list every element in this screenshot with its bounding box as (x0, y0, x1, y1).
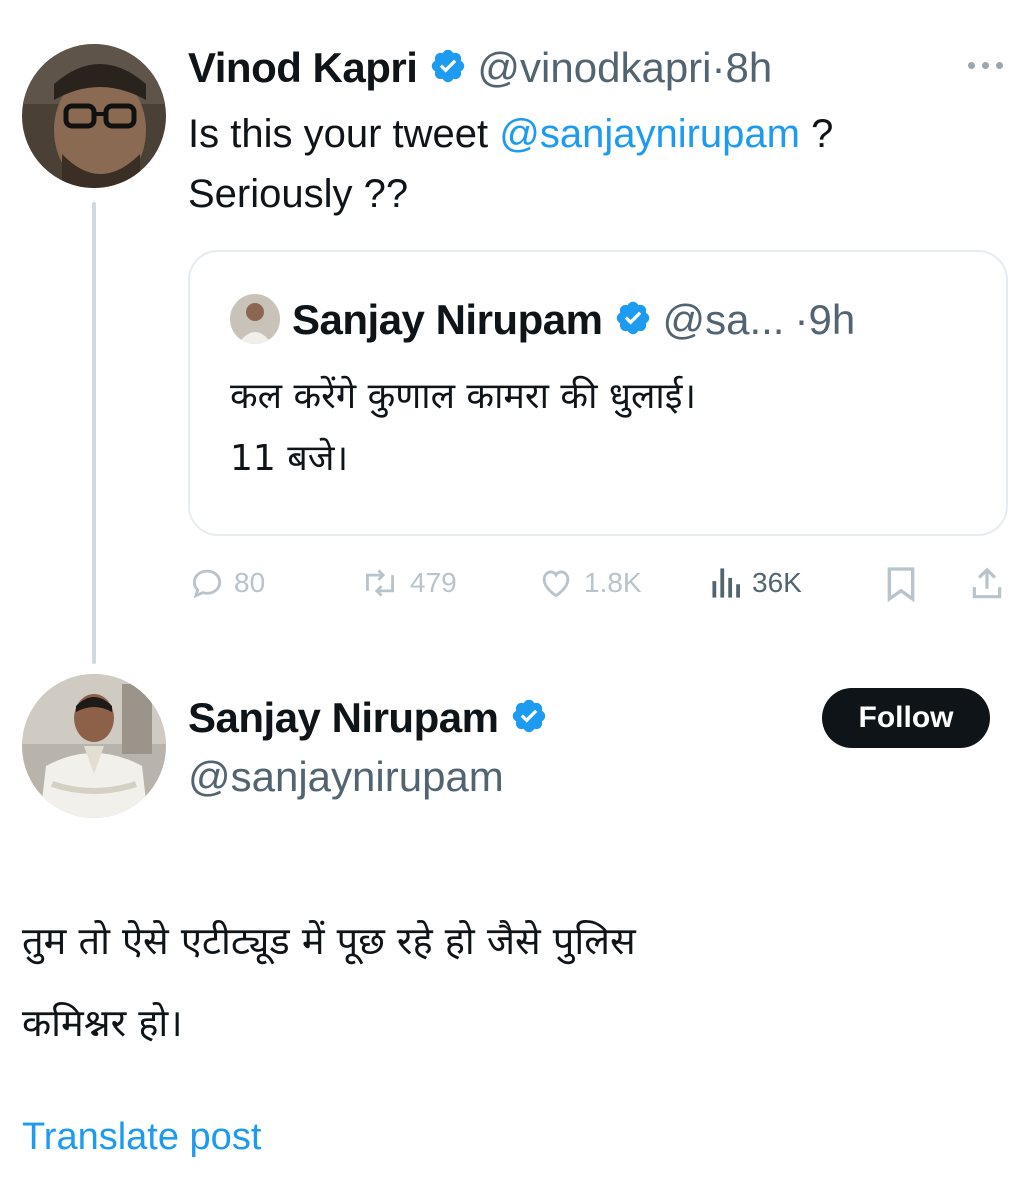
reply-header: Sanjay Nirupam (188, 690, 548, 746)
reply-count: 80 (234, 567, 266, 598)
more-options-icon[interactable] (968, 62, 1003, 69)
tweet-text-line2: Seriously ?? (188, 172, 409, 216)
quoted-author-name: Sanjay Nirupam (292, 296, 603, 343)
reply-text-line1: तुम तो ऐसे एटीट्यूड में पूछ रहे हो जैसे … (22, 919, 636, 963)
author-handle[interactable]: @vinodkapri (477, 44, 711, 92)
views-icon (710, 564, 744, 602)
avatar-vinod-kapri[interactable] (22, 44, 166, 188)
tweet-header: Vinod Kapri @vinodkapri · 8h (188, 40, 772, 96)
tweet-action-bar: 80 479 1.8K 36K (188, 564, 1018, 608)
reply-icon (188, 564, 226, 602)
views-button[interactable]: 36K (710, 564, 802, 602)
verified-badge-icon (614, 299, 652, 342)
like-button[interactable]: 1.8K (536, 564, 642, 602)
quoted-avatar (230, 294, 280, 344)
reply-author-name[interactable]: Sanjay Nirupam (188, 694, 499, 742)
share-button[interactable] (968, 564, 1006, 604)
tweet-text-line1: Is this your tweet @sanjaynirupam ? (188, 112, 834, 156)
separator-dot: · (711, 44, 726, 91)
repost-count: 479 (410, 567, 457, 598)
quoted-text-line2: 11 बजे। (230, 438, 349, 479)
repost-icon (358, 564, 402, 602)
repost-button[interactable]: 479 (358, 564, 457, 602)
thread-line (92, 202, 96, 664)
quoted-text: कल करेंगे कुणाल कामरा की धुलाई। 11 बजे। (230, 366, 990, 490)
bookmark-icon (884, 564, 918, 604)
share-icon (968, 564, 1006, 604)
author-name[interactable]: Vinod Kapri (188, 44, 418, 92)
separator-dot: · (794, 296, 809, 343)
quoted-header: Sanjay Nirupam @sa... · 9h (292, 292, 855, 348)
verified-badge-icon (429, 47, 467, 90)
reply-button[interactable]: 80 (188, 564, 265, 602)
quoted-handle: @sa... (662, 296, 785, 343)
heart-icon (536, 564, 576, 602)
views-count: 36K (752, 567, 802, 598)
quoted-text-line1: कल करेंगे कुणाल कामरा की धुलाई। (230, 376, 697, 417)
quoted-time: 9h (808, 296, 856, 343)
like-count: 1.8K (584, 567, 642, 598)
reply-text: तुम तो ऐसे एटीट्यूड में पूछ रहे हो जैसे … (22, 900, 1012, 1064)
mention-link[interactable]: @sanjaynirupam (499, 112, 800, 156)
quoted-tweet-card[interactable]: Sanjay Nirupam @sa... · 9h कल करेंगे कुण… (188, 250, 1008, 536)
follow-button[interactable]: Follow (822, 688, 990, 748)
translate-post-link[interactable]: Translate post (22, 1112, 261, 1162)
reply-author-handle[interactable]: @sanjaynirupam (188, 752, 504, 802)
tweet-text: Is this your tweet @sanjaynirupam ? Seri… (188, 104, 1008, 224)
verified-badge-icon (510, 697, 548, 740)
reply-text-line2: कमिश्नर हो। (22, 1001, 183, 1045)
avatar-sanjay-nirupam[interactable] (22, 674, 166, 818)
bookmark-button[interactable] (884, 564, 918, 604)
tweet-time[interactable]: 8h (726, 44, 773, 92)
